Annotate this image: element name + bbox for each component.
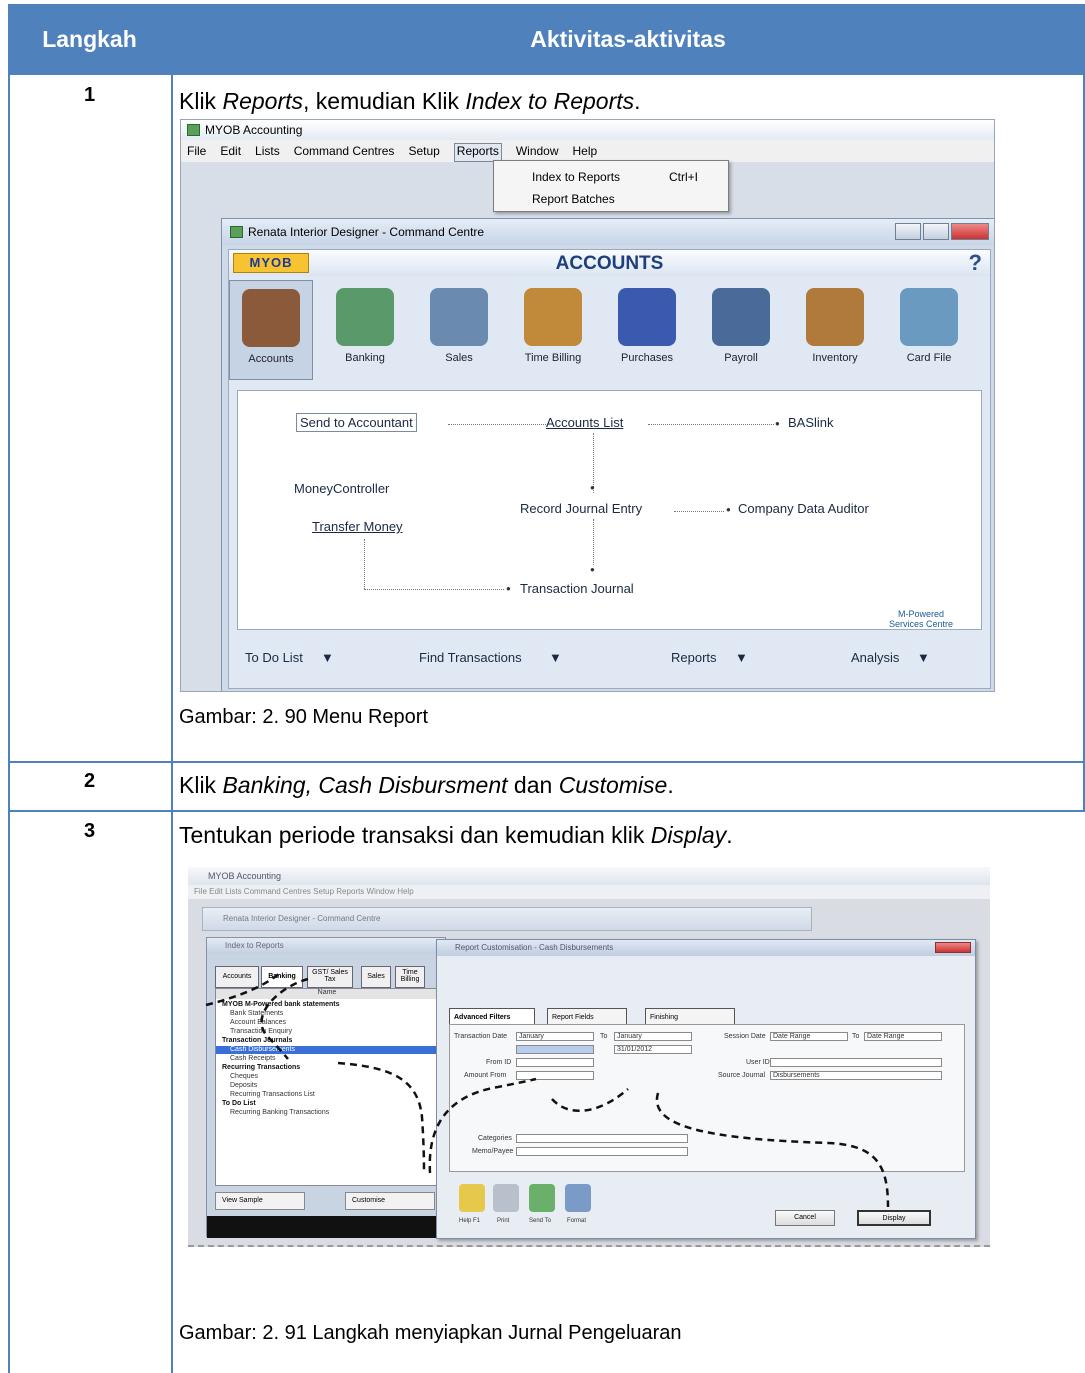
menu-setup[interactable]: Setup [408, 144, 439, 162]
accounts-list-link[interactable]: Accounts List [546, 415, 623, 430]
menu-file[interactable]: File [187, 144, 206, 162]
command-centre-actions: To Do List ▼ Find Transactions ▼ Reports… [237, 642, 982, 672]
window-title: Renata Interior Designer - Command Centr… [248, 225, 485, 239]
card-file-icon [900, 288, 958, 346]
flow-arrow-icon: ● [775, 419, 780, 428]
step-number-1: 1 [83, 84, 96, 106]
header-aktivitas: Aktivitas-aktivitas [530, 26, 726, 52]
flow-arrow-icon: ● [590, 565, 595, 574]
maximize-icon[interactable] [923, 223, 949, 240]
find-transactions-button[interactable]: Find Transactions [419, 650, 522, 665]
table-border-left [8, 75, 10, 1373]
figure-caption-2: Gambar: 2. 91 Langkah menyiapkan Jurnal … [179, 1322, 682, 1344]
module-purchases[interactable]: Purchases [605, 280, 689, 380]
row-divider-1 [8, 761, 1085, 763]
menu-bar: File Edit Lists Command Centres Setup Re… [181, 140, 994, 162]
company-data-auditor-link[interactable]: Company Data Auditor [738, 501, 869, 516]
reports-button[interactable]: Reports [671, 650, 717, 665]
chevron-down-icon: ▼ [321, 650, 334, 665]
accounts-flow: Send to Accountant Accounts List ● BASli… [237, 390, 982, 630]
chevron-down-icon: ▼ [735, 650, 748, 665]
screenshot-menu-report: MYOB Accounting File Edit Lists Command … [180, 119, 995, 692]
flow-arrow-icon: ● [726, 505, 731, 514]
accounts-icon [242, 289, 300, 347]
step-text-2: Klik Banking, Cash Disbursment dan Custo… [179, 772, 674, 798]
baslink-link[interactable]: BASlink [788, 415, 834, 430]
module-sales[interactable]: Sales [417, 280, 501, 380]
menu-item-index-to-reports[interactable]: Index to Reports [532, 170, 620, 184]
transaction-journal-link[interactable]: Transaction Journal [520, 581, 634, 596]
to-do-list-button[interactable]: To Do List [245, 650, 303, 665]
window-titlebar: Renata Interior Designer - Command Centr… [222, 219, 994, 245]
record-journal-entry-link[interactable]: Record Journal Entry [520, 501, 642, 516]
command-centre-header: MYOB ACCOUNTS ? [229, 250, 990, 276]
analysis-button[interactable]: Analysis [851, 650, 899, 665]
transfer-money-link[interactable]: Transfer Money [312, 519, 403, 534]
payroll-icon [712, 288, 770, 346]
window-controls [895, 223, 989, 240]
header-langkah: Langkah [42, 26, 137, 52]
menu-lists[interactable]: Lists [255, 144, 280, 162]
module-banking[interactable]: Banking [323, 280, 407, 380]
step-number-3: 3 [83, 820, 96, 842]
step-number-2: 2 [83, 770, 96, 792]
flow-arrow-icon: ● [590, 483, 595, 492]
shortcut-ctrl-i: Ctrl+I [668, 170, 698, 184]
command-centre-window: Renata Interior Designer - Command Centr… [221, 218, 994, 691]
app-title: MYOB Accounting [205, 123, 303, 137]
app-icon [187, 124, 200, 136]
arrow-to-to-date [551, 1088, 629, 1112]
command-centre: MYOB ACCOUNTS ? Accounts Banking Sales T… [228, 249, 991, 689]
purchases-icon [618, 288, 676, 346]
reports-dropdown: Index to Reports Ctrl+I Report Batches [493, 160, 729, 212]
module-payroll[interactable]: Payroll [699, 280, 783, 380]
money-controller-link[interactable]: MoneyController [294, 481, 389, 496]
menu-item-report-batches[interactable]: Report Batches [532, 192, 615, 206]
table-column-divider [171, 75, 173, 1373]
row-divider-2 [8, 810, 1085, 812]
module-time-billing[interactable]: Time Billing [511, 280, 595, 380]
banking-icon [336, 288, 394, 346]
arrow-to-display [655, 1092, 890, 1208]
sales-icon [430, 288, 488, 346]
table-header: Langkah Aktivitas-aktivitas [8, 4, 1085, 75]
app-titlebar: MYOB Accounting [181, 120, 994, 140]
menu-edit[interactable]: Edit [220, 144, 241, 162]
instruction-arrows [205, 972, 890, 1208]
help-question-icon[interactable]: ? [969, 250, 982, 276]
inventory-icon [806, 288, 864, 346]
arrow-to-banking-tab [205, 972, 281, 1007]
flow-arrow-icon: ● [506, 584, 511, 593]
time-billing-icon [524, 288, 582, 346]
menu-command-centres[interactable]: Command Centres [294, 144, 395, 162]
arrow-to-cash-disbursements [260, 977, 309, 1060]
send-to-accountant-link[interactable]: Send to Accountant [296, 413, 417, 432]
step-text-3: Tentukan periode transaksi dan kemudian … [179, 822, 733, 848]
arrow-to-from-date [428, 1077, 537, 1174]
figure-caption-1: Gambar: 2. 90 Menu Report [179, 706, 429, 728]
step-text-1: Klik Reports, kemudian Klik Index to Rep… [179, 88, 641, 114]
chevron-down-icon: ▼ [549, 650, 562, 665]
screenshot-report-customisation: MYOB Accounting File Edit Lists Command … [188, 867, 990, 1247]
module-inventory[interactable]: Inventory [793, 280, 877, 380]
minimize-icon[interactable] [895, 223, 921, 240]
close-icon[interactable] [951, 223, 989, 240]
window-icon [230, 226, 243, 238]
module-card-file[interactable]: Card File [887, 280, 971, 380]
chevron-down-icon: ▼ [917, 650, 930, 665]
module-row: Accounts Banking Sales Time Billing Purc… [229, 280, 990, 380]
arrow-to-customise [337, 1061, 426, 1174]
module-accounts[interactable]: Accounts [229, 280, 313, 380]
accounts-title: ACCOUNTS [555, 253, 664, 274]
